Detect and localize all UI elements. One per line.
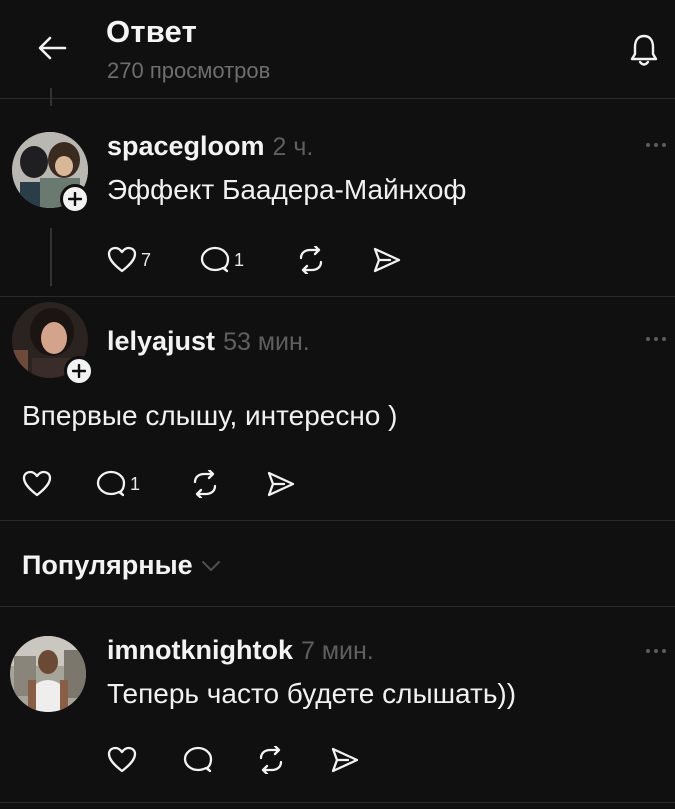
send-icon [267, 471, 295, 497]
share-button[interactable] [330, 746, 360, 774]
reply-count: 1 [234, 249, 245, 270]
dot [654, 649, 658, 653]
sort-dropdown[interactable]: Популярные [22, 550, 221, 581]
dot [662, 337, 666, 341]
reply-button[interactable]: 1 [96, 470, 140, 498]
more-options-button[interactable] [636, 324, 675, 354]
reply-count: 1 [130, 473, 141, 494]
comment-text: Эффект Баадера-Майнхоф [107, 174, 467, 205]
comment-text: Впервые слышу, интересно ) [22, 400, 398, 431]
timestamp: 2 ч. [272, 133, 314, 161]
sort-label: Популярные [22, 550, 193, 580]
plus-icon [72, 364, 86, 378]
timestamp: 53 мин. [223, 328, 310, 356]
notifications-button[interactable] [622, 26, 666, 74]
avatar-image [10, 636, 86, 712]
like-button[interactable]: 7 [107, 246, 151, 274]
reply-button[interactable] [183, 746, 213, 774]
like-count: 7 [141, 249, 152, 270]
header-divider [0, 98, 675, 99]
heart-icon [107, 246, 137, 273]
repost-icon [299, 246, 323, 274]
dot [654, 143, 658, 147]
send-icon [373, 247, 401, 273]
share-button[interactable] [266, 470, 296, 498]
follow-button-spacegloom[interactable] [60, 184, 90, 214]
dot [662, 649, 666, 653]
back-button[interactable] [30, 28, 74, 68]
dot [662, 143, 666, 147]
reply-button[interactable]: 1 [200, 246, 244, 274]
repost-icon [259, 746, 283, 774]
dot [654, 337, 658, 341]
comment-divider [0, 296, 675, 297]
bell-icon [630, 34, 658, 66]
repost-button[interactable] [190, 470, 220, 498]
avatar-imnotknightok[interactable] [10, 636, 86, 712]
repost-icon [193, 470, 217, 498]
username[interactable]: imnotknightok [107, 635, 293, 666]
more-options-button[interactable] [636, 636, 675, 666]
plus-icon [68, 192, 82, 206]
chevron-down-icon [201, 560, 220, 571]
more-options-button[interactable] [636, 130, 675, 160]
comment-icon [200, 246, 230, 273]
repost-button[interactable] [296, 246, 326, 274]
heart-icon [22, 470, 52, 497]
section-divider [0, 520, 675, 521]
arrow-left-icon [38, 36, 67, 60]
dot [646, 143, 650, 147]
thread-line-top [50, 88, 52, 106]
comment-icon [183, 746, 213, 773]
comment-icon [96, 470, 126, 497]
follow-button-lelyajust[interactable] [64, 356, 94, 386]
dot [646, 649, 650, 653]
comment-text: Теперь часто будете слышать)) [107, 678, 517, 709]
send-icon [331, 747, 359, 773]
heart-icon [107, 746, 137, 773]
dot [646, 337, 650, 341]
comment-divider [0, 802, 675, 803]
username[interactable]: spacegloom [107, 131, 265, 162]
like-button[interactable] [107, 746, 137, 774]
like-button[interactable] [22, 470, 56, 498]
page-title: Ответ [106, 14, 197, 49]
timestamp: 7 мин. [300, 637, 374, 665]
repost-button[interactable] [256, 746, 286, 774]
section-divider [0, 606, 675, 607]
share-button[interactable] [372, 246, 402, 274]
username[interactable]: lelyajust [107, 326, 215, 357]
thread-line [50, 228, 52, 286]
view-count: 270 просмотров [107, 58, 271, 83]
